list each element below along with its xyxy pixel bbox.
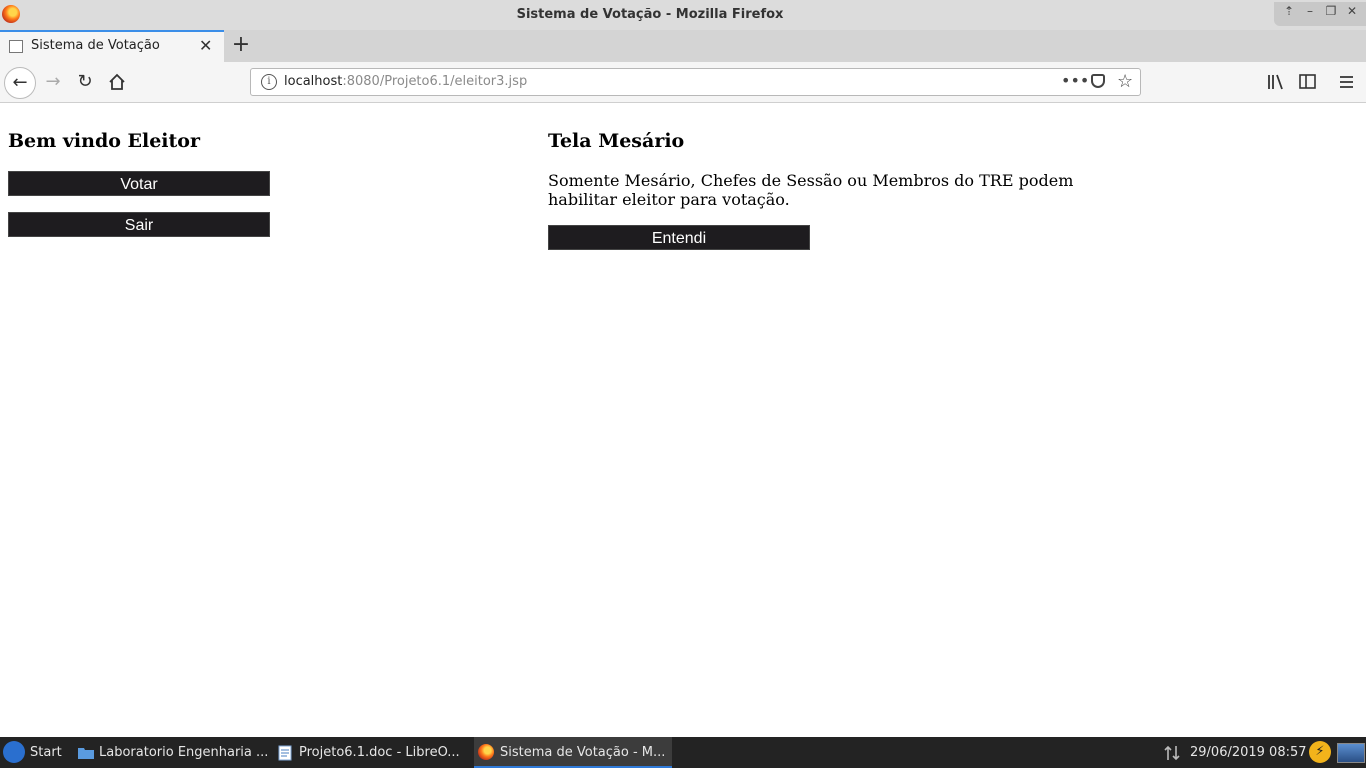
taskbar-item-label: Laboratorio Engenharia ... [99, 745, 269, 760]
library-icon[interactable] [1264, 67, 1288, 97]
show-desktop-icon[interactable] [1337, 743, 1365, 763]
new-tab-icon[interactable]: + [230, 30, 252, 62]
taskbar: Start Laboratorio Engenharia ... Projeto… [0, 737, 1366, 768]
page-content: Bem vindo Eleitor Votar Sair Tela Mesári… [0, 103, 1366, 737]
pocket-icon[interactable] [1091, 74, 1105, 88]
window-controls: ⇡ – ❐ ✕ [1274, 2, 1366, 26]
welcome-heading: Bem vindo Eleitor [8, 130, 200, 152]
url-bar[interactable]: i localhost:8080/Projeto6.1/eleitor3.jsp… [250, 68, 1141, 96]
url-path: :8080/Projeto6.1/eleitor3.jsp [342, 74, 528, 89]
window-titlebar: Sistema de Votação - Mozilla Firefox ⇡ –… [0, 0, 1366, 30]
taskbar-item-label: Sistema de Votação - M... [500, 745, 666, 760]
minimize-icon[interactable]: – [1301, 4, 1319, 18]
folder-icon [78, 748, 94, 759]
tab-close-icon[interactable]: ✕ [199, 32, 212, 60]
permission-message: Somente Mesário, Chefes de Sessão ou Mem… [548, 171, 1074, 209]
url-host: localhost [284, 74, 343, 89]
vote-button[interactable]: Votar [8, 171, 270, 196]
home-icon[interactable] [102, 67, 132, 97]
page-favicon-icon [9, 40, 23, 53]
bookmark-star-icon[interactable]: ☆ [1117, 69, 1133, 95]
page-actions-icon[interactable]: ••• [1061, 69, 1089, 93]
sidebar-icon[interactable] [1296, 67, 1320, 97]
close-window-icon[interactable]: ✕ [1343, 4, 1361, 18]
forward-icon[interactable]: → [38, 67, 68, 97]
exit-button[interactable]: Sair [8, 212, 270, 237]
url-text: localhost:8080/Projeto6.1/eleitor3.jsp [284, 69, 527, 95]
power-icon[interactable]: ⚡ [1309, 741, 1331, 763]
tab-label: Sistema de Votação [31, 38, 160, 53]
menu-icon[interactable] [1335, 67, 1359, 97]
tab-sistema-de-votacao[interactable]: Sistema de Votação ✕ [0, 30, 224, 62]
taskbar-item-label: Projeto6.1.doc - LibreO... [299, 745, 460, 760]
taskbar-item-firefox[interactable]: Sistema de Votação - M... [474, 737, 672, 768]
network-icon[interactable] [1162, 743, 1182, 763]
restore-icon[interactable]: ❐ [1322, 4, 1340, 18]
site-info-icon[interactable]: i [261, 74, 277, 90]
poll-worker-heading: Tela Mesário [548, 130, 685, 152]
start-label: Start [30, 745, 62, 760]
reload-icon[interactable]: ↻ [70, 67, 100, 97]
window-up-icon[interactable]: ⇡ [1280, 4, 1298, 18]
taskbar-item-file-manager[interactable]: Laboratorio Engenharia ... [74, 737, 270, 768]
document-icon [278, 745, 292, 761]
firefox-logo-icon [478, 744, 494, 760]
back-icon[interactable]: ← [4, 67, 36, 99]
understood-button[interactable]: Entendi [548, 225, 810, 250]
clock[interactable]: 29/06/2019 08:57 [1190, 737, 1310, 768]
window-title: Sistema de Votação - Mozilla Firefox [516, 7, 784, 22]
xfce-start-icon [3, 741, 25, 763]
start-button[interactable]: Start [0, 737, 68, 768]
taskbar-item-libreoffice[interactable]: Projeto6.1.doc - LibreO... [274, 737, 470, 768]
